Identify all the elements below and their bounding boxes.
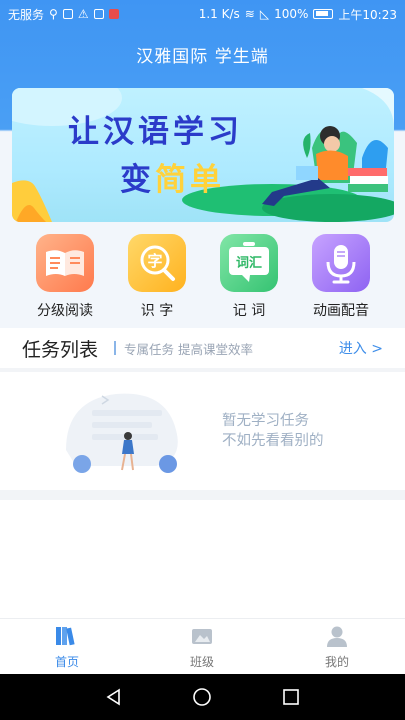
profile-icon	[324, 625, 350, 647]
wifi-icon: ≋	[244, 7, 255, 21]
tab-label: 我的	[324, 655, 349, 669]
back-icon[interactable]	[104, 687, 124, 707]
page-title: 汉雅国际 学生端	[136, 47, 269, 67]
empty-message-2: 不如先看看别的	[222, 433, 324, 449]
banner-headline-2: 变简单	[120, 154, 225, 199]
warning-icon: ⚠	[77, 7, 89, 21]
book-icon	[36, 234, 94, 292]
home-books-icon	[54, 625, 80, 647]
entry-label: 记 词	[232, 303, 266, 319]
entry-animation-dubbing[interactable]: 动画配音	[306, 234, 376, 320]
word-glyph: 词汇	[235, 255, 262, 271]
tab-label: 首页	[54, 655, 79, 669]
banner-headline-1: 让汉语学习	[68, 114, 243, 150]
battery-percent: 100%	[274, 7, 309, 21]
network-speed: 1.1 K/s	[198, 7, 240, 21]
empty-state: 暂无学习任务 不如先看看别的	[0, 372, 405, 490]
recents-icon[interactable]	[281, 687, 301, 707]
microphone-icon	[312, 234, 370, 292]
entry-label: 识 字	[140, 303, 174, 319]
empty-message-1: 暂无学习任务	[222, 413, 309, 429]
tab-home[interactable]: 首页	[27, 625, 107, 670]
tab-label: 班级	[189, 655, 214, 669]
entry-label: 分级阅读	[37, 303, 93, 319]
banner-headline-2a: 变	[120, 162, 155, 198]
signal-icon: ◺	[259, 7, 270, 21]
section-gap	[0, 490, 405, 500]
entry-memorize-words[interactable]: 词汇 记 词	[214, 234, 284, 320]
section-title: 任务列表	[22, 338, 99, 361]
carrier-text: 无服务	[8, 7, 45, 22]
video-app-icon	[108, 9, 119, 19]
banner-headline-2b: 简单	[155, 162, 225, 198]
entry-recognize-characters[interactable]: 字 识 字	[122, 234, 192, 320]
notification-icon	[62, 9, 73, 19]
entry-label: 动画配音	[313, 303, 369, 319]
quick-entry-row: 分级阅读 字 识 字 词汇 记 词 动画配音	[0, 228, 405, 328]
usb-icon: ⚲	[49, 7, 58, 21]
promo-banner[interactable]: 让汉语学习 变简单	[12, 88, 394, 222]
home-icon[interactable]	[192, 687, 212, 707]
char-glyph: 字	[147, 251, 163, 270]
task-list-header: 任务列表 专属任务 提高课堂效率 进入 >	[0, 328, 405, 368]
tab-profile[interactable]: 我的	[297, 625, 377, 670]
battery-icon	[313, 9, 334, 19]
tab-class[interactable]: 班级	[162, 625, 242, 670]
divider	[114, 341, 117, 355]
word-chat-icon: 词汇	[220, 234, 278, 292]
section-subtitle: 专属任务 提高课堂效率	[124, 341, 253, 357]
status-bar: 无服务 ⚲ ⚠ 1.1 K/s ≋ ◺ 100% 上午10:23	[0, 0, 405, 28]
class-icon	[189, 625, 215, 647]
empty-illustration	[66, 393, 178, 473]
character-magnifier-icon: 字	[128, 234, 186, 292]
bottom-tab-bar: 首页 班级 我的	[0, 618, 405, 674]
entry-graded-reading[interactable]: 分级阅读	[30, 234, 100, 320]
system-navigation-bar	[0, 674, 405, 720]
app-notification-icon	[93, 9, 104, 19]
enter-link[interactable]: 进入 >	[339, 338, 383, 358]
clock: 上午10:23	[338, 7, 397, 22]
